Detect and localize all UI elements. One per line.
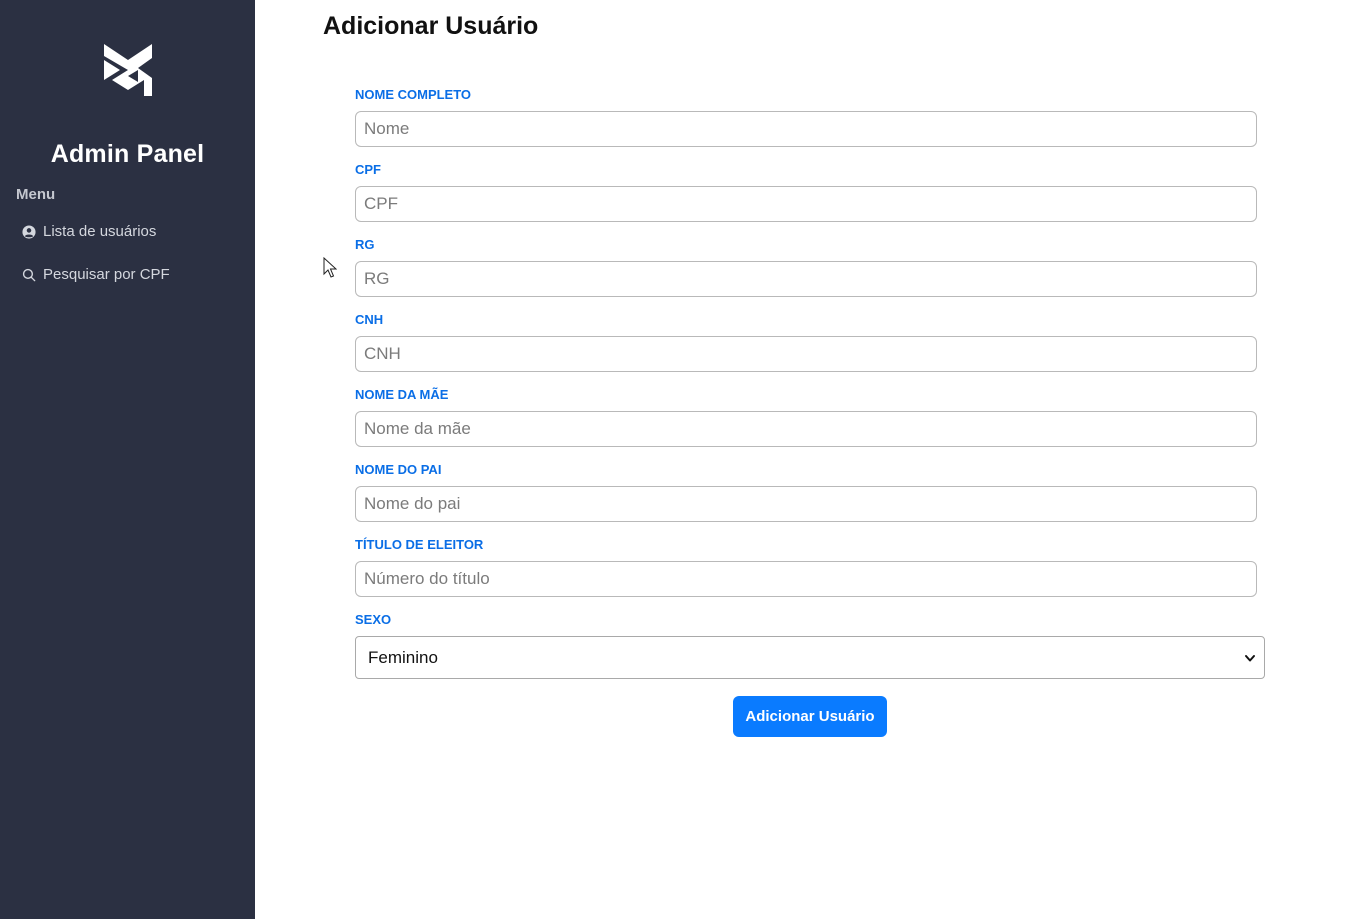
field-label: NOME COMPLETO (355, 87, 472, 102)
titulo-eleitor-input[interactable] (355, 561, 1257, 597)
chevron-down-icon (1245, 655, 1255, 662)
brand-logo-icon (104, 44, 152, 96)
field-label: CPF (355, 162, 381, 177)
add-user-button[interactable]: Adicionar Usuário (733, 696, 887, 737)
sidebar-item-lista-usuarios[interactable]: Lista de usuários (22, 223, 156, 240)
page-title: Adicionar Usuário (323, 12, 539, 40)
brand-title: Admin Panel (50, 140, 205, 168)
nome-pai-input[interactable] (355, 486, 1257, 522)
nome-mae-input[interactable] (355, 411, 1257, 447)
field-rg: RG (355, 236, 1265, 311)
sidebar-item-pesquisar-cpf[interactable]: Pesquisar por CPF (22, 266, 170, 283)
field-label: NOME DA MÃE (355, 387, 449, 402)
cpf-input[interactable] (355, 186, 1257, 222)
menu-heading: Menu (16, 186, 56, 203)
user-circle-icon (22, 224, 36, 239)
search-icon (22, 268, 36, 281)
field-nome-completo: NOME COMPLETO (355, 86, 1265, 161)
field-nome-pai: NOME DO PAI (355, 461, 1265, 536)
field-label: NOME DO PAI (355, 462, 442, 477)
field-sexo: SEXO Feminino (355, 611, 1265, 686)
field-titulo-eleitor: TÍTULO DE ELEITOR (355, 536, 1265, 611)
sidebar-item-label: Pesquisar por CPF (43, 266, 170, 283)
cnh-input[interactable] (355, 336, 1257, 372)
add-user-form: NOME COMPLETO CPF RG CNH NOME DA MÃE NOM… (355, 86, 1265, 686)
sexo-selected-value: Feminino (368, 647, 438, 667)
field-label: RG (355, 237, 375, 252)
field-label: CNH (355, 312, 384, 327)
field-cpf: CPF (355, 161, 1265, 236)
rg-input[interactable] (355, 261, 1257, 297)
mouse-pointer-icon (323, 257, 337, 278)
sidebar: Admin Panel Menu Lista de usuários Pesqu… (0, 0, 255, 919)
field-nome-mae: NOME DA MÃE (355, 386, 1265, 461)
sidebar-item-label: Lista de usuários (43, 223, 157, 240)
field-label: TÍTULO DE ELEITOR (355, 537, 484, 552)
field-cnh: CNH (355, 311, 1265, 386)
nome-completo-input[interactable] (355, 111, 1257, 147)
sexo-select[interactable]: Feminino (355, 636, 1265, 679)
field-label: SEXO (355, 612, 392, 627)
